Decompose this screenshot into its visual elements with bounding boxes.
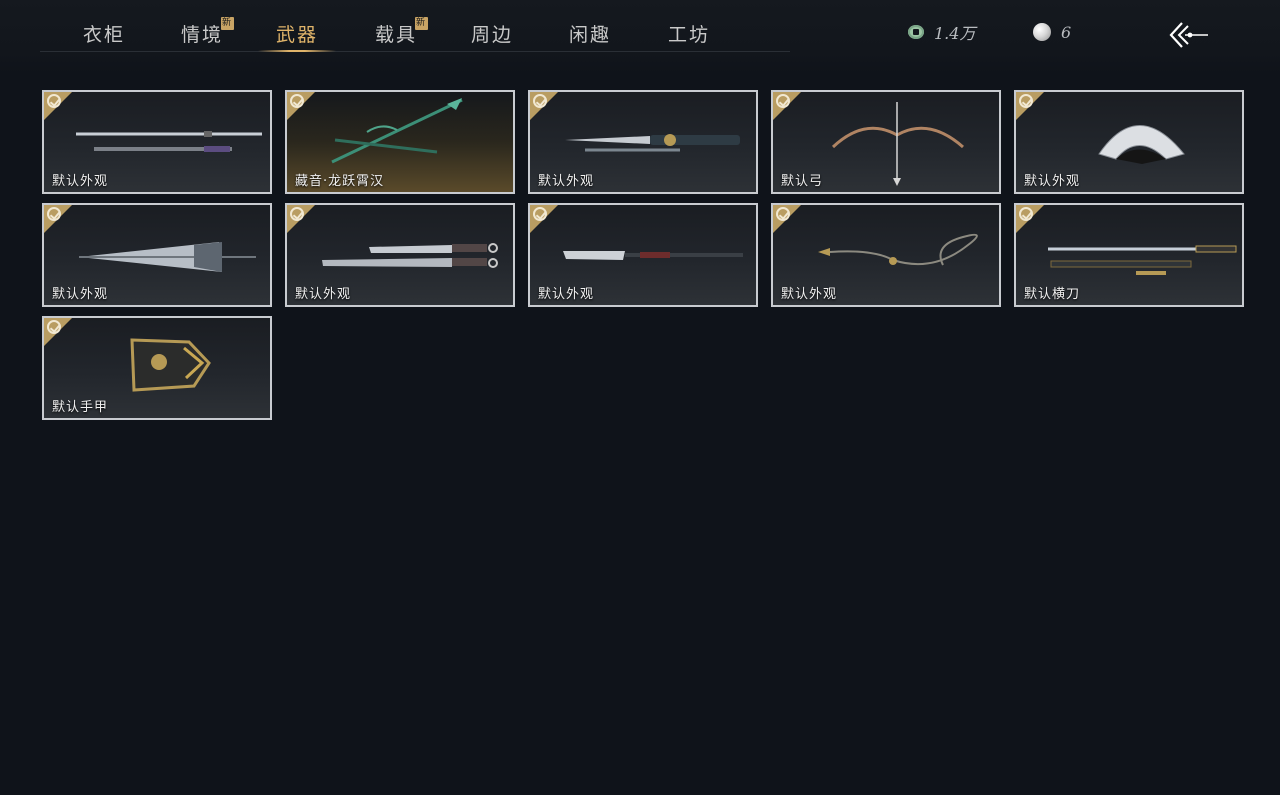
check-icon xyxy=(47,94,61,108)
back-arrow-icon xyxy=(1169,22,1208,48)
tab-label: 周边 xyxy=(471,24,514,46)
tab-label: 衣柜 xyxy=(83,24,126,46)
card-label: 默认外观 xyxy=(52,287,109,302)
card-label: 默认外观 xyxy=(52,174,109,189)
coin-value: 1.4万 xyxy=(934,24,976,43)
card-label: 默认横刀 xyxy=(1024,287,1081,302)
check-icon xyxy=(533,207,547,221)
weapon-card-spear[interactable]: 藏音·龙跃霄汉 xyxy=(285,90,515,194)
check-icon xyxy=(1019,207,1033,221)
new-badge: 新 xyxy=(221,17,234,30)
tab-workshop[interactable]: 工坊 xyxy=(668,20,710,52)
check-icon xyxy=(290,94,304,108)
card-label: 默认外观 xyxy=(538,174,595,189)
jade-coin-icon xyxy=(908,25,924,39)
weapon-card-glaive[interactable]: 默认外观 xyxy=(528,203,758,307)
weapon-card-umbrella[interactable]: 默认外观 xyxy=(42,203,272,307)
pearl-balance: 6 xyxy=(1033,20,1071,44)
weapon-card-gauntlet[interactable]: 默认手甲 xyxy=(42,316,272,420)
coin-balance: 1.4万 xyxy=(908,20,975,44)
tab-mounts[interactable]: 载具 新 xyxy=(375,17,428,52)
tab-wardrobe[interactable]: 衣柜 xyxy=(83,20,125,52)
card-label: 藏音·龙跃霄汉 xyxy=(295,174,385,189)
weapon-card-twin-swords[interactable]: 默认外观 xyxy=(285,203,515,307)
tab-label: 武器 xyxy=(276,24,319,46)
top-bar: 衣柜 情境 新 武器 载具 新 周边 闲趣 工坊 1.4万 6 xyxy=(0,0,1280,74)
card-label: 默认弓 xyxy=(781,174,824,189)
back-button[interactable] xyxy=(1168,20,1210,50)
check-icon xyxy=(776,207,790,221)
weapon-card-fan[interactable]: 默认外观 xyxy=(1014,90,1244,194)
card-label: 默认外观 xyxy=(781,287,838,302)
check-icon xyxy=(47,207,61,221)
card-label: 默认外观 xyxy=(1024,174,1081,189)
check-icon xyxy=(290,207,304,221)
card-label: 默认外观 xyxy=(295,287,352,302)
pearl-icon xyxy=(1033,23,1051,41)
tab-accessories[interactable]: 周边 xyxy=(471,20,513,52)
tab-label: 闲趣 xyxy=(569,24,612,46)
weapon-card-dual-blade[interactable]: 默认外观 xyxy=(528,90,758,194)
tab-label: 情境 xyxy=(181,24,224,46)
check-icon xyxy=(776,94,790,108)
tab-leisure[interactable]: 闲趣 xyxy=(569,20,611,52)
card-label: 默认手甲 xyxy=(52,400,109,415)
check-icon xyxy=(1019,94,1033,108)
check-icon xyxy=(47,320,61,334)
new-badge: 新 xyxy=(415,17,428,30)
check-icon xyxy=(533,94,547,108)
tab-scene[interactable]: 情境 新 xyxy=(181,17,234,52)
tab-weapons[interactable]: 武器 xyxy=(276,20,318,52)
tab-label: 工坊 xyxy=(668,24,711,46)
weapon-card-sword[interactable]: 默认外观 xyxy=(42,90,272,194)
card-label: 默认外观 xyxy=(538,287,595,302)
pearl-value: 6 xyxy=(1061,22,1072,42)
weapon-card-hengdao[interactable]: 默认横刀 xyxy=(1014,203,1244,307)
active-tab-indicator xyxy=(258,50,336,52)
weapon-card-rope-dart[interactable]: 默认外观 xyxy=(771,203,1001,307)
tab-label: 载具 xyxy=(375,24,418,46)
weapon-card-bow[interactable]: 默认弓 xyxy=(771,90,1001,194)
